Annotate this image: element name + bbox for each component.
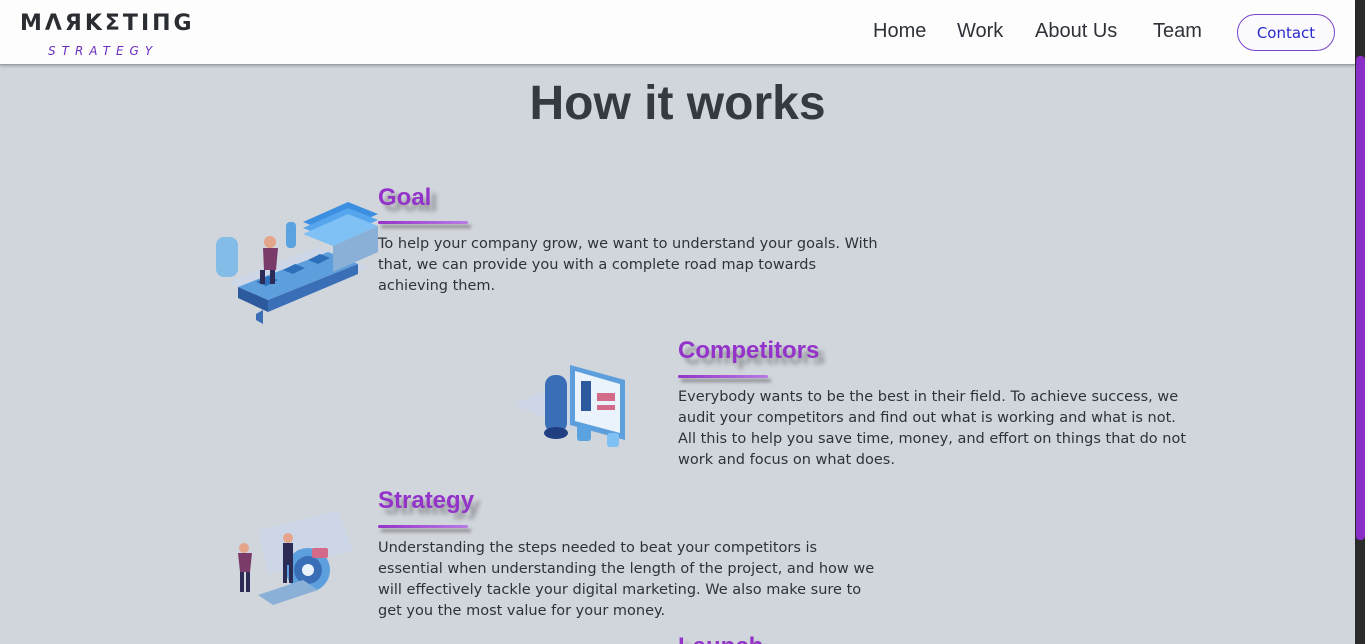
- section-underline: [378, 525, 468, 528]
- section-title-competitors: Competitors: [678, 337, 820, 364]
- nav-work[interactable]: Work: [957, 20, 1003, 43]
- scrollbar-thumb[interactable]: [1356, 56, 1365, 540]
- main-nav: Home Work About Us Team: [0, 0, 1355, 65]
- goal-illustration-icon: [208, 192, 378, 332]
- strategy-illustration-icon: [228, 510, 353, 610]
- nav-about-us[interactable]: About Us: [1035, 20, 1117, 43]
- nav-team[interactable]: Team: [1153, 20, 1202, 43]
- nav-home[interactable]: Home: [873, 20, 926, 43]
- contact-button[interactable]: Contact: [1237, 14, 1335, 51]
- site-header: MΛЯKΣTIПG STRATEGY Home Work About Us Te…: [0, 0, 1355, 65]
- section-text-competitors: Everybody wants to be the best in their …: [678, 389, 1187, 468]
- section-text-goal: To help your company grow, we want to un…: [378, 236, 878, 294]
- page-title: How it works: [529, 77, 826, 130]
- section-title-strategy: Strategy: [378, 487, 475, 514]
- section-title-launch: Launch: [678, 633, 763, 644]
- section-title-goal: Goal: [378, 184, 432, 211]
- section-underline: [678, 375, 768, 378]
- section-text-strategy: Understanding the steps needed to beat y…: [378, 540, 875, 619]
- section-underline: [378, 221, 468, 224]
- competitors-illustration-icon: [515, 355, 640, 455]
